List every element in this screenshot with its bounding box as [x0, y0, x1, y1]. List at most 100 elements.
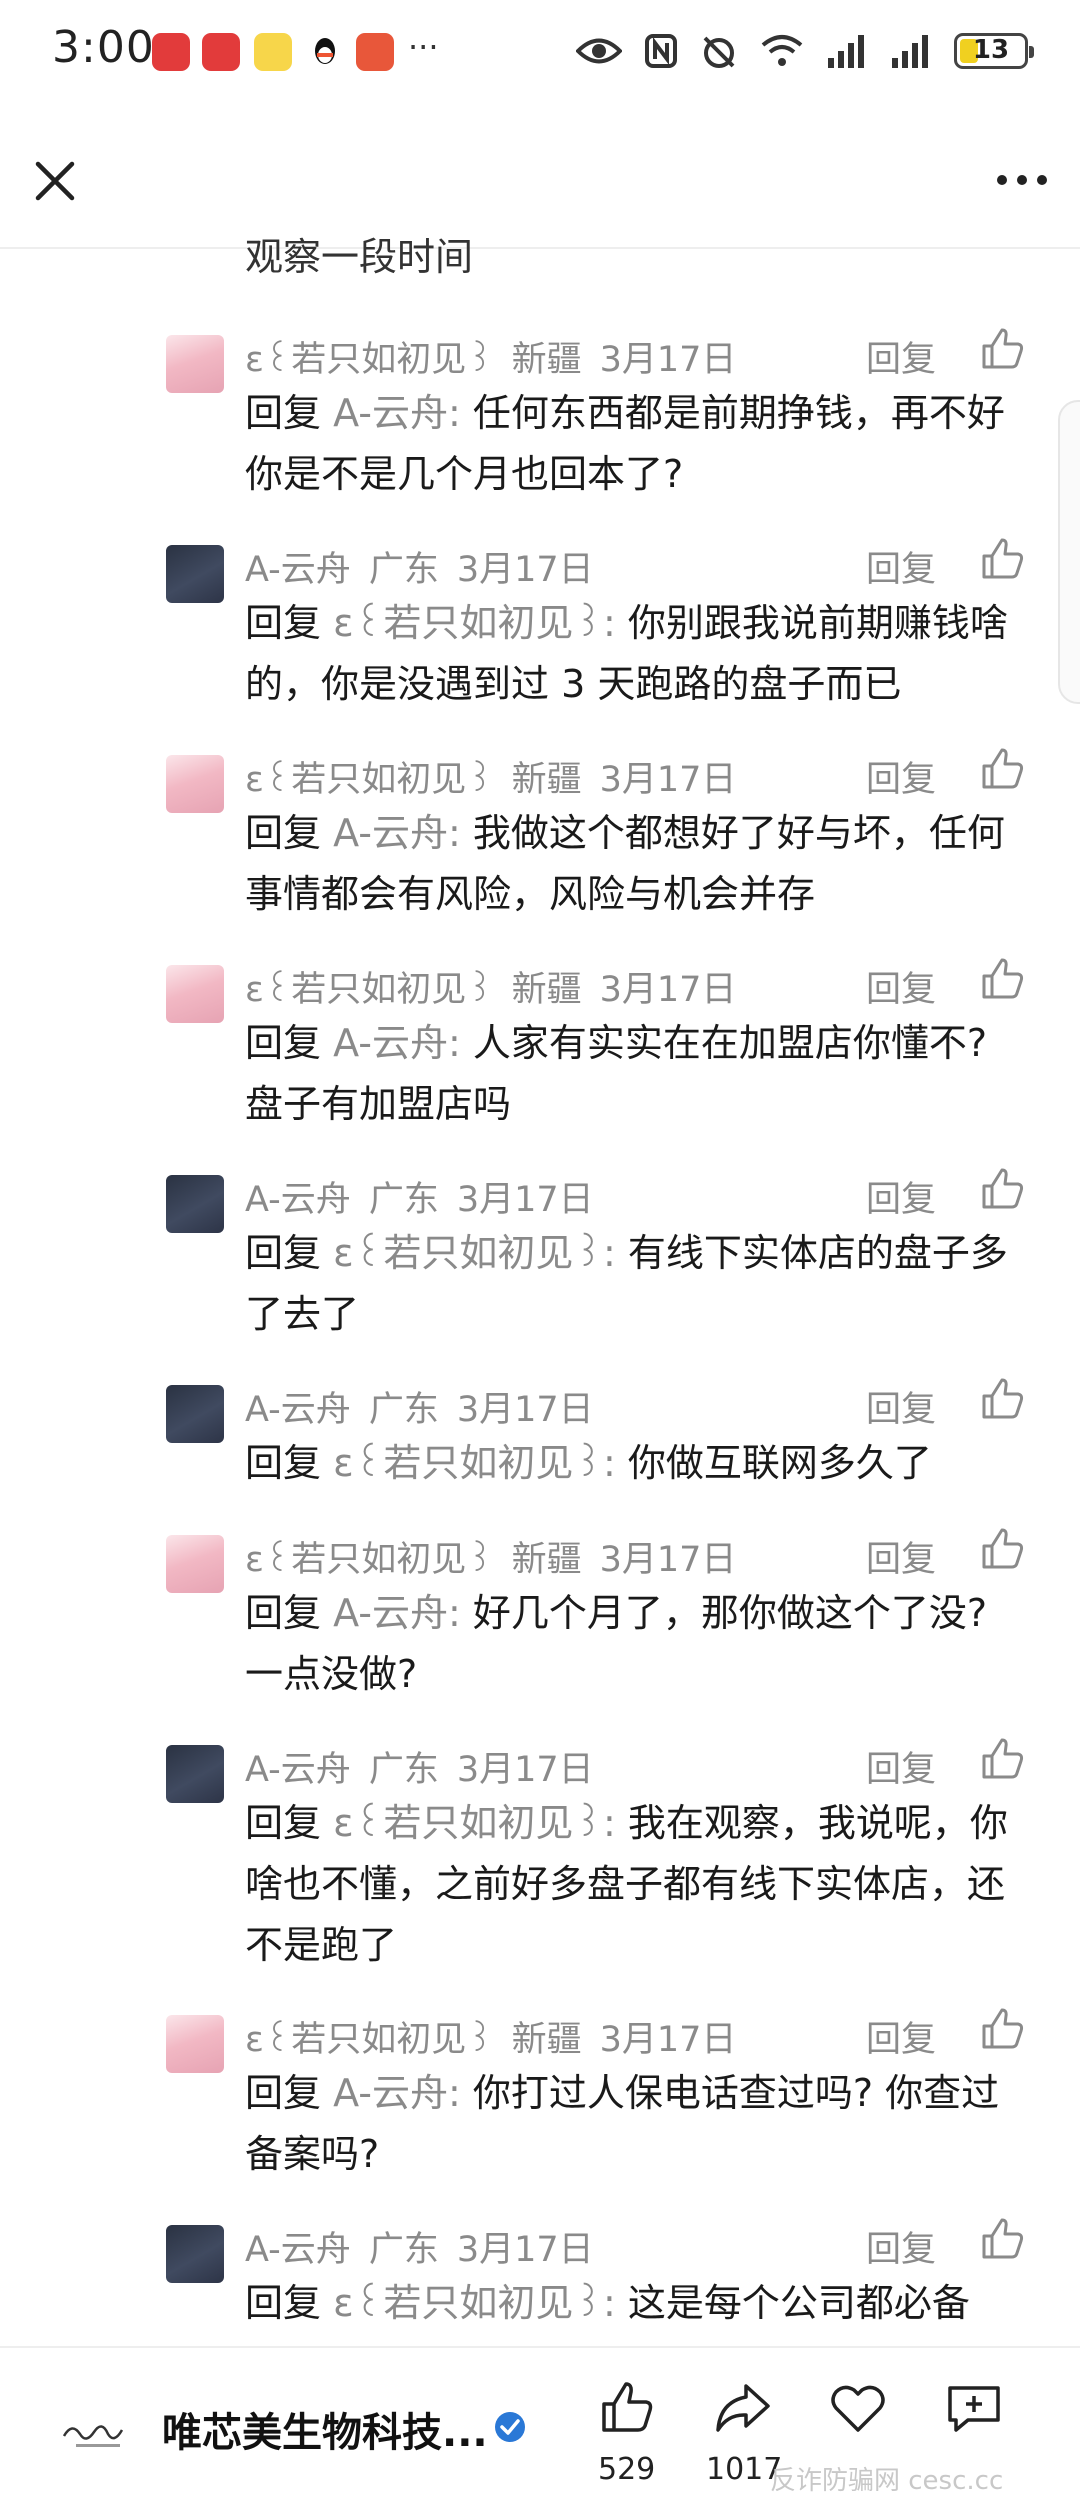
like-icon[interactable] — [596, 2378, 656, 2438]
reply-prefix: 回复 — [245, 1021, 322, 1065]
reply-target[interactable]: ɛ꒰若只如初见꒱: — [333, 2281, 616, 2325]
reply-target[interactable]: A-云舟: — [333, 2071, 461, 2115]
comment-username[interactable]: ɛ꒰若只如初见꒱ — [245, 1540, 494, 1580]
reply-prefix: 回复 — [245, 1591, 322, 1635]
comment-meta: ɛ꒰若只如初见꒱ 新疆 3月17日 — [245, 1531, 754, 1582]
more-options-icon[interactable] — [992, 160, 1052, 200]
comment-date: 3月17日 — [599, 1540, 737, 1580]
reply-target[interactable]: A-云舟: — [333, 1591, 461, 1635]
avatar[interactable] — [166, 1535, 224, 1593]
comment-username[interactable]: A-云舟 — [245, 550, 351, 590]
avatar[interactable] — [166, 755, 224, 813]
reply-button[interactable]: 回复 — [866, 1381, 936, 1432]
reply-button[interactable]: 回复 — [866, 961, 936, 1012]
comment-icon[interactable] — [944, 2378, 1004, 2438]
comment-meta: A-云舟 广东 3月17日 — [245, 1741, 612, 1792]
verified-icon — [495, 2412, 525, 2442]
reply-target[interactable]: ɛ꒰若只如初见꒱: — [333, 1231, 616, 1275]
comment-meta: A-云舟 广东 3月17日 — [245, 1171, 612, 1222]
reply-prefix: 回复 — [245, 391, 322, 435]
comment-like-icon[interactable] — [978, 325, 1026, 373]
reply-target[interactable]: ɛ꒰若只如初见꒱: — [333, 1801, 616, 1845]
reply-prefix: 回复 — [245, 811, 322, 855]
reply-button[interactable]: 回复 — [866, 1531, 936, 1582]
avatar[interactable] — [166, 545, 224, 603]
close-icon[interactable] — [30, 156, 80, 206]
reply-prefix: 回复 — [245, 1441, 322, 1485]
comment-region: 广东 — [368, 1750, 439, 1790]
comment-username[interactable]: A-云舟 — [245, 1750, 351, 1790]
comment-meta: A-云舟 广东 3月17日 — [245, 2221, 612, 2272]
comment-body: 回复 A-云舟: 任何东西都是前期挣钱，再不好你是不是几个月也回本了? — [245, 383, 1025, 505]
like-count: 529 — [598, 2452, 656, 2487]
status-icons: 13 — [576, 26, 1034, 76]
reply-target[interactable]: A-云舟: — [333, 1021, 461, 1065]
reply-target[interactable]: A-云舟: — [333, 811, 461, 855]
comment-like-icon[interactable] — [978, 955, 1026, 1003]
share-icon[interactable] — [712, 2378, 772, 2438]
comment-username[interactable]: A-云舟 — [245, 1390, 351, 1430]
comment-body: 回复 A-云舟: 你打过人保电话查过吗? 你查过备案吗? — [245, 2063, 1025, 2185]
top-divider — [0, 247, 1080, 249]
avatar[interactable] — [166, 1385, 224, 1443]
comment-like-icon[interactable] — [978, 535, 1026, 583]
reply-button[interactable]: 回复 — [866, 2011, 936, 2062]
avatar[interactable] — [166, 335, 224, 393]
reply-button[interactable]: 回复 — [866, 541, 936, 592]
reply-button[interactable]: 回复 — [866, 1171, 936, 1222]
avatar[interactable] — [166, 1175, 224, 1233]
comment-region: 广东 — [368, 550, 439, 590]
comment-username[interactable]: ɛ꒰若只如初见꒱ — [245, 760, 494, 800]
reply-prefix: 回复 — [245, 1231, 322, 1275]
comment-like-icon[interactable] — [978, 2005, 1026, 2053]
avatar[interactable] — [166, 2225, 224, 2283]
favorite-icon[interactable] — [828, 2378, 888, 2438]
reply-button[interactable]: 回复 — [866, 331, 936, 382]
comment-meta: ɛ꒰若只如初见꒱ 新疆 3月17日 — [245, 961, 754, 1012]
avatar[interactable] — [166, 965, 224, 1023]
reply-target[interactable]: A-云舟: — [333, 391, 461, 435]
account-name[interactable]: 唯芯美生物科技... — [162, 2400, 488, 2458]
comment-like-icon[interactable] — [978, 2215, 1026, 2263]
comment-date: 3月17日 — [456, 1180, 594, 1220]
comment-username[interactable]: A-云舟 — [245, 2230, 351, 2270]
comment-date: 3月17日 — [599, 2020, 737, 2060]
comment-like-icon[interactable] — [978, 1375, 1026, 1423]
comment-like-icon[interactable] — [978, 1165, 1026, 1213]
reply-button[interactable]: 回复 — [866, 1741, 936, 1792]
comment-date: 3月17日 — [456, 550, 594, 590]
avatar[interactable] — [166, 2015, 224, 2073]
comment-date: 3月17日 — [599, 760, 737, 800]
reply-target[interactable]: ɛ꒰若只如初见꒱: — [333, 1441, 616, 1485]
comment-region: 新疆 — [511, 340, 582, 380]
comment-region: 广东 — [368, 1390, 439, 1430]
comment-body: 回复 A-云舟: 人家有实实在在加盟店你懂不? 盘子有加盟店吗 — [245, 1013, 1025, 1135]
comment-like-icon[interactable] — [978, 745, 1026, 793]
comment-region: 新疆 — [511, 760, 582, 800]
comment-meta: A-云舟 广东 3月17日 — [245, 541, 612, 592]
brand-logo[interactable] — [60, 2414, 136, 2454]
comment-username[interactable]: A-云舟 — [245, 1180, 351, 1220]
comment-like-icon[interactable] — [978, 1735, 1026, 1783]
reply-button[interactable]: 回复 — [866, 2221, 936, 2272]
comment-region: 新疆 — [511, 2020, 582, 2060]
avatar[interactable] — [166, 1745, 224, 1803]
comment-region: 新疆 — [511, 1540, 582, 1580]
notes-app-icon — [254, 33, 292, 71]
signal-icon — [828, 35, 864, 68]
reply-prefix: 回复 — [245, 601, 322, 645]
comment-username[interactable]: ɛ꒰若只如初见꒱ — [245, 340, 494, 380]
comment-body: 回复 ɛ꒰若只如初见꒱: 这是每个公司都必备 — [245, 2273, 1025, 2334]
side-panel-handle[interactable] — [1058, 400, 1080, 704]
battery-level: 13 — [972, 35, 1010, 65]
comment-username[interactable]: ɛ꒰若只如初见꒱ — [245, 2020, 494, 2060]
comment-like-icon[interactable] — [978, 1525, 1026, 1573]
clock: 3:00 — [52, 22, 155, 73]
comment-body: 回复 ɛ꒰若只如初见꒱: 我在观察，我说呢，你啥也不懂，之前好多盘子都有线下实体… — [245, 1793, 1025, 1976]
reply-target[interactable]: ɛ꒰若只如初见꒱: — [333, 601, 616, 645]
reply-button[interactable]: 回复 — [866, 751, 936, 802]
bottom-bar: 唯芯美生物科技... 529 1017 反诈防骗网 cesc.cc — [0, 2346, 1080, 2506]
comment-body: 回复 ɛ꒰若只如初见꒱: 有线下实体店的盘子多了去了 — [245, 1223, 1025, 1345]
reply-prefix: 回复 — [245, 1801, 322, 1845]
comment-username[interactable]: ɛ꒰若只如初见꒱ — [245, 970, 494, 1010]
